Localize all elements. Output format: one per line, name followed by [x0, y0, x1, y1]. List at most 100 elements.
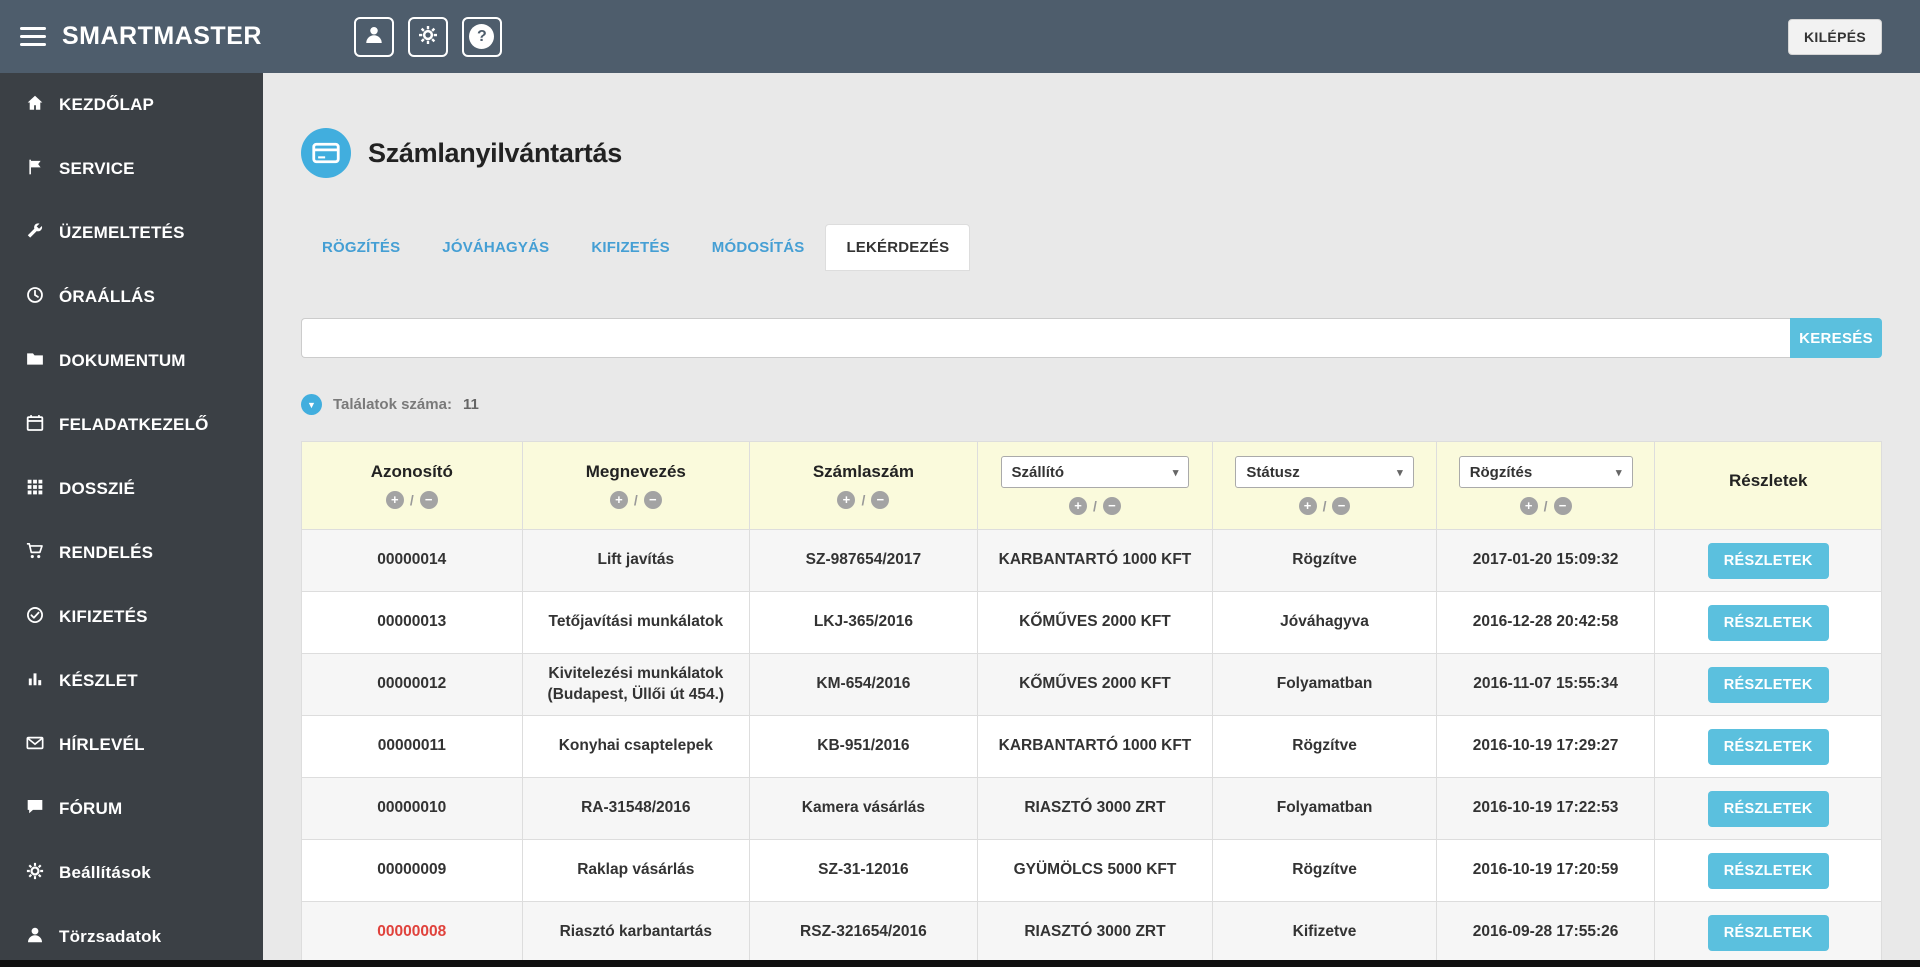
column-header-name: Megnevezés + / − — [521, 441, 751, 530]
search-input[interactable] — [301, 318, 1790, 358]
sidebar-item-rendeles[interactable]: RENDELÉS — [0, 521, 263, 585]
sidebar-item-kifizetes[interactable]: KIFIZETÉS — [0, 585, 263, 649]
settings-button[interactable] — [407, 16, 448, 57]
clock-icon — [26, 286, 44, 309]
home-icon — [26, 94, 44, 117]
cell-id: 00000009 — [301, 839, 523, 902]
cell-invoice: KM-654/2016 — [749, 653, 978, 716]
sidebar-item-hirlevel[interactable]: HÍRLEVÉL — [0, 713, 263, 777]
sort-desc-icon[interactable]: − — [419, 491, 438, 509]
sort-desc-icon[interactable]: − — [1332, 497, 1351, 515]
sort-controls: + / − — [312, 491, 512, 509]
cell-name: RA-31548/2016 — [521, 777, 751, 840]
sort-asc-icon[interactable]: + — [1519, 497, 1538, 515]
search-button[interactable]: KERESÉS — [1790, 318, 1882, 358]
details-button[interactable]: RÉSZLETEK — [1707, 728, 1829, 765]
details-button[interactable]: RÉSZLETEK — [1707, 790, 1829, 827]
hamburger-menu-icon[interactable] — [20, 22, 46, 51]
table-row: 00000014 Lift javítás SZ-987654/2017 KAR… — [301, 529, 1882, 592]
search-bar: KERESÉS — [301, 318, 1882, 358]
help-button[interactable]: ? — [461, 16, 502, 57]
table-row: 00000013 Tetőjavítási munkálatok LKJ-365… — [301, 591, 1882, 654]
tab-modositas[interactable]: MÓDOSÍTÁS — [691, 224, 826, 271]
results-count: 11 — [462, 396, 479, 413]
cell-id: 00000012 — [301, 653, 523, 716]
wrench-icon — [26, 222, 44, 245]
sort-asc-icon[interactable]: + — [837, 491, 856, 509]
tab-rogzites[interactable]: RÖGZÍTÉS — [301, 224, 421, 271]
status-filter-select[interactable]: Státusz ▾ — [1235, 456, 1414, 488]
gear-icon — [26, 862, 44, 885]
cell-supplier: KARBANTARTÓ 1000 KFT — [976, 715, 1214, 778]
sort-desc-icon[interactable]: − — [871, 491, 890, 509]
cell-recorded: 2016-10-19 17:29:27 — [1435, 715, 1656, 778]
mail-icon — [26, 734, 44, 757]
table-row: 00000010 RA-31548/2016 Kamera vásárlás R… — [301, 777, 1882, 840]
sort-asc-icon[interactable]: + — [385, 491, 404, 509]
invoices-table: Azonosító + / − Megnevezés + / − Számlas… — [301, 441, 1882, 964]
cart-icon — [26, 542, 44, 565]
cell-details: RÉSZLETEK — [1654, 839, 1882, 902]
sidebar: KEZDŐLAP SERVICE ÜZEMELTETÉS ÓRAÁLLÁS DO… — [0, 73, 263, 967]
cell-invoice: LKJ-365/2016 — [749, 591, 978, 654]
page-header: Számlanyilvántartás — [301, 128, 1882, 178]
column-header-invoice: Számlaszám + / − — [749, 441, 978, 530]
collapse-arrow-icon[interactable]: ▼ — [301, 394, 322, 415]
cell-invoice: KB-951/2016 — [749, 715, 978, 778]
details-button[interactable]: RÉSZLETEK — [1707, 914, 1829, 951]
sidebar-item-oraallas[interactable]: ÓRAÁLLÁS — [0, 265, 263, 329]
caret-down-icon: ▾ — [1615, 466, 1622, 479]
check-circle-icon — [26, 606, 44, 629]
sort-asc-icon[interactable]: + — [609, 491, 628, 509]
caret-down-icon: ▾ — [1172, 466, 1179, 479]
results-summary: ▼ Találatok száma: 11 — [301, 394, 1882, 415]
sidebar-item-torzsadatok[interactable]: Törzsadatok — [0, 905, 263, 967]
details-button[interactable]: RÉSZLETEK — [1707, 542, 1829, 579]
sort-controls: + / − — [1447, 497, 1645, 515]
sidebar-item-service[interactable]: SERVICE — [0, 137, 263, 201]
cell-status: Rögzítve — [1212, 715, 1437, 778]
cell-details: RÉSZLETEK — [1654, 529, 1882, 592]
tab-lekerdezes[interactable]: LEKÉRDEZÉS — [825, 224, 971, 271]
sidebar-item-dosszie[interactable]: DOSSZIÉ — [0, 457, 263, 521]
tab-jovahagyas[interactable]: JÓVÁHAGYÁS — [421, 224, 570, 271]
cell-supplier: KŐMŰVES 2000 KFT — [976, 591, 1214, 654]
cell-id: 00000011 — [301, 715, 523, 778]
sidebar-item-keszlet[interactable]: KÉSZLET — [0, 649, 263, 713]
table-row: 00000008 Riasztó karbantartás RSZ-321654… — [301, 901, 1882, 964]
sort-desc-icon[interactable]: − — [1553, 497, 1572, 515]
cell-name: Tetőjavítási munkálatok — [521, 591, 751, 654]
cell-id: 00000014 — [301, 529, 523, 592]
main-content: Számlanyilvántartás RÖGZÍTÉS JÓVÁHAGYÁS … — [263, 73, 1920, 967]
cell-invoice: SZ-31-12016 — [749, 839, 978, 902]
grid-icon — [26, 478, 44, 501]
cell-invoice: SZ-987654/2017 — [749, 529, 978, 592]
sort-asc-icon[interactable]: + — [1298, 497, 1317, 515]
profile-button[interactable] — [353, 16, 394, 57]
supplier-filter-select[interactable]: Szállító ▾ — [1000, 456, 1190, 488]
sidebar-item-beallitasok[interactable]: Beállítások — [0, 841, 263, 905]
tab-kifizetes[interactable]: KIFIZETÉS — [570, 224, 690, 271]
logout-button[interactable]: KILÉPÉS — [1787, 18, 1882, 55]
top-bar: SMARTMASTER ? KILÉPÉS — [0, 0, 1920, 73]
sort-desc-icon[interactable]: − — [1102, 497, 1121, 515]
table-row: 00000011 Konyhai csaptelepek KB-951/2016… — [301, 715, 1882, 778]
sidebar-item-feladatkezelo[interactable]: FELADATKEZELŐ — [0, 393, 263, 457]
sort-asc-icon[interactable]: + — [1069, 497, 1088, 515]
details-button[interactable]: RÉSZLETEK — [1707, 604, 1829, 641]
recorded-filter-select[interactable]: Rögzítés ▾ — [1458, 456, 1633, 488]
details-button[interactable]: RÉSZLETEK — [1707, 666, 1829, 703]
users-icon — [26, 926, 44, 949]
sort-desc-icon[interactable]: − — [643, 491, 662, 509]
cell-details: RÉSZLETEK — [1654, 777, 1882, 840]
sidebar-item-forum[interactable]: FÓRUM — [0, 777, 263, 841]
column-header-recorded: Rögzítés ▾ + / − — [1435, 441, 1656, 530]
details-button[interactable]: RÉSZLETEK — [1707, 852, 1829, 889]
sidebar-item-dokumentum[interactable]: DOKUMENTUM — [0, 329, 263, 393]
sidebar-item-uzemeltetes[interactable]: ÜZEMELTETÉS — [0, 201, 263, 265]
cell-invoice: Kamera vásárlás — [749, 777, 978, 840]
cell-details: RÉSZLETEK — [1654, 901, 1882, 964]
flag-icon — [26, 158, 44, 181]
sidebar-item-kezdolap[interactable]: KEZDŐLAP — [0, 73, 263, 137]
cell-status: Rögzítve — [1212, 839, 1437, 902]
